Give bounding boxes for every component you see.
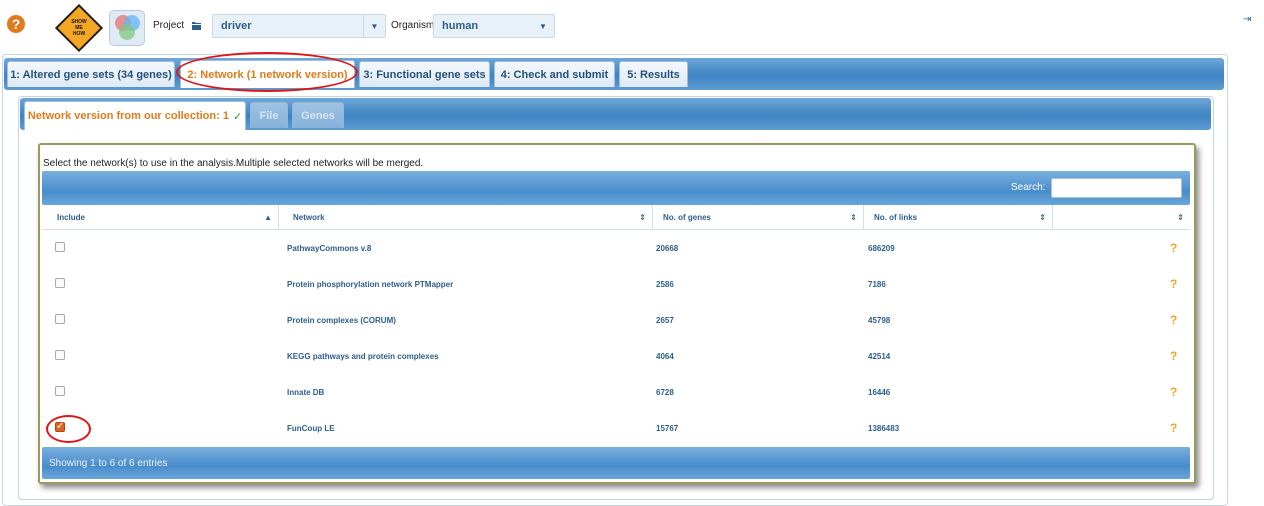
include-checkbox[interactable]	[55, 386, 65, 396]
network-name[interactable]: Innate DB	[287, 374, 324, 410]
checkmark-icon: ✓	[232, 110, 243, 123]
network-name[interactable]: KEGG pathways and protein complexes	[287, 338, 439, 374]
table-row: FunCoup LE 15767 1386483 ?	[42, 410, 1190, 446]
show-me-how-label: SHOW ME HOW	[71, 19, 87, 37]
link-count: 45798	[868, 315, 891, 325]
include-checkbox-checked[interactable]	[55, 421, 65, 432]
tab-check-and-submit[interactable]: 4: Check and submit	[494, 61, 615, 87]
search-label: Search:	[1011, 182, 1046, 193]
organism-select[interactable]: human ▼	[433, 14, 555, 38]
include-checkbox[interactable]	[55, 314, 65, 324]
include-checkbox[interactable]	[55, 350, 65, 360]
table-row: Protein phosphorylation network PTMapper…	[42, 266, 1190, 302]
logout-icon[interactable]: ⇥	[1243, 14, 1251, 25]
folder-icon	[192, 22, 201, 30]
help-icon[interactable]: ?	[1170, 266, 1177, 302]
include-checkbox[interactable]	[55, 242, 65, 252]
help-icon[interactable]: ?	[1170, 230, 1177, 266]
search-input[interactable]	[1051, 178, 1182, 198]
link-count: 1386483	[868, 423, 900, 433]
link-count: 7186	[868, 279, 886, 289]
table-row: Protein complexes (CORUM) 2657 45798 ?	[42, 302, 1190, 338]
include-checkbox[interactable]	[55, 278, 65, 288]
column-network[interactable]: Network ⇕	[279, 205, 653, 230]
sort-icon: ⇕	[1177, 213, 1184, 222]
sort-icon: ⇕	[1039, 213, 1046, 222]
link-count: 686209	[868, 243, 895, 253]
help-icon[interactable]: ?	[7, 15, 25, 33]
column-genes[interactable]: No. of genes ⇕	[653, 205, 864, 230]
tab-results[interactable]: 5: Results	[619, 61, 688, 87]
sort-ascending-icon: ▲	[264, 213, 272, 222]
network-name[interactable]: PathwayCommons v.8	[287, 230, 371, 266]
instruction-text: Select the network(s) to use in the anal…	[43, 158, 424, 169]
column-links[interactable]: No. of links ⇕	[864, 205, 1053, 230]
help-icon[interactable]: ?	[1170, 302, 1177, 338]
tab-file[interactable]: File	[250, 102, 288, 128]
gene-count: 2586	[656, 279, 674, 289]
tab-functional-gene-sets[interactable]: 3: Functional gene sets	[359, 61, 490, 87]
link-count: 16446	[868, 387, 891, 397]
project-select[interactable]: driver ▼	[212, 14, 386, 38]
network-name[interactable]: FunCoup LE	[287, 410, 335, 446]
project-value: driver	[221, 20, 252, 32]
sort-icon: ⇕	[850, 213, 857, 222]
network-name[interactable]: Protein phosphorylation network PTMapper	[287, 266, 453, 302]
gene-count: 15767	[656, 423, 679, 433]
table-row: PathwayCommons v.8 20668 686209 ?	[42, 230, 1190, 266]
tab-genes[interactable]: Genes	[292, 102, 344, 128]
help-icon[interactable]: ?	[1170, 410, 1177, 446]
gene-count: 6728	[656, 387, 674, 397]
organism-label: Organism	[391, 20, 435, 31]
link-count: 42514	[868, 351, 891, 361]
chevron-down-icon[interactable]: ▼	[363, 15, 385, 37]
tab-altered-gene-sets[interactable]: 1: Altered gene sets (34 genes)	[7, 61, 175, 87]
project-label: Project	[153, 20, 185, 31]
column-include[interactable]: Include ▲	[42, 205, 279, 230]
help-icon[interactable]: ?	[1170, 338, 1177, 374]
tab-network-collection[interactable]: Network version from our collection: 1 ✓	[24, 101, 246, 130]
gene-count: 2657	[656, 315, 674, 325]
entries-info: Showing 1 to 6 of 6 entries	[49, 457, 168, 469]
sort-icon: ⇕	[639, 213, 646, 222]
help-icon[interactable]: ?	[1170, 374, 1177, 410]
network-name[interactable]: Protein complexes (CORUM)	[287, 302, 396, 338]
organism-value: human	[442, 20, 479, 32]
venn-logo-icon[interactable]	[109, 10, 145, 46]
tab-network[interactable]: 2: Network (1 network version)	[180, 60, 355, 88]
column-help[interactable]: ⇕	[1053, 205, 1190, 230]
chevron-down-icon[interactable]: ▼	[532, 15, 554, 37]
table-header-row: Include ▲ Network ⇕ No. of genes ⇕ No. of l…	[42, 205, 1190, 230]
table-footer: Showing 1 to 6 of 6 entries	[42, 447, 1190, 479]
gene-count: 20668	[656, 243, 679, 253]
table-row: Innate DB 6728 16446 ?	[42, 374, 1190, 410]
gene-count: 4064	[656, 351, 674, 361]
table-row: KEGG pathways and protein complexes 4064…	[42, 338, 1190, 374]
